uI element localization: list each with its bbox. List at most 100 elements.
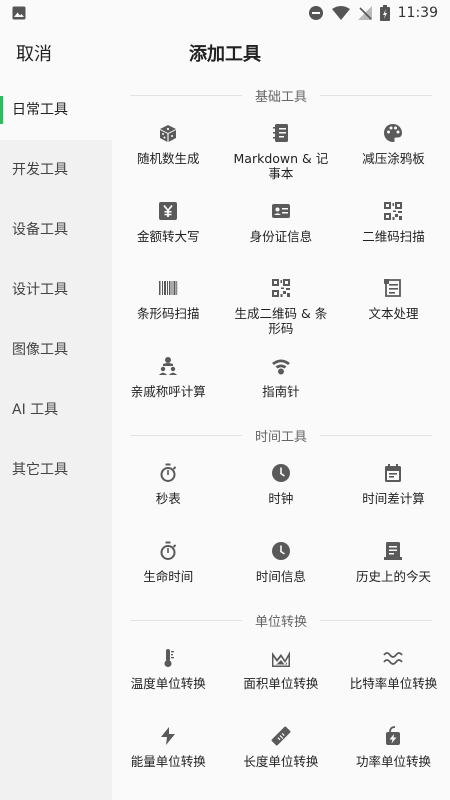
tool-label: 亲戚称呼计算 [130, 383, 206, 399]
qr-code-icon [270, 277, 292, 299]
tool-label: 时间差计算 [362, 491, 425, 506]
sidebar-item-dev-tools[interactable]: 开发工具 [0, 140, 112, 200]
sidebar-item-design-tools[interactable]: 设计工具 [0, 260, 112, 320]
tool-label: 时间信息 [255, 568, 306, 584]
clock-icon [270, 462, 292, 484]
tool-label: Markdown & 记事本 [233, 151, 329, 181]
tool-grid: 随机数生成 Markdown & 记事本 减压涂鸦板金额转大写 身份证信息 二维码扫描条… [112, 110, 450, 420]
yen-icon [157, 200, 179, 222]
text-icon [382, 277, 404, 299]
tool-grid: 秒表 时钟 时间差计算生命时间 时间信息 历史上的今天 [112, 450, 450, 605]
tool-grid: 温度单位转换 面积单位转换 比特率单位转换能量单位转换 长度单位转换 功率单位转换 [112, 635, 450, 790]
dice-icon [157, 122, 179, 144]
tool-item[interactable]: 生成二维码 & 条形码 [225, 265, 338, 343]
tool-list: 基础工具随机数生成 Markdown & 记事本 减压涂鸦板金额转大写 身份证信息 二维… [112, 80, 450, 800]
history-icon [382, 540, 404, 562]
sidebar-item-other-tools[interactable]: 其它工具 [0, 440, 112, 500]
tool-label: 随机数生成 [137, 151, 200, 166]
tool-item[interactable]: 金额转大写 [112, 188, 225, 266]
ruler-icon [270, 725, 292, 747]
divider-line [130, 95, 242, 96]
tool-label: 指南针 [262, 383, 300, 399]
qr-code-icon [382, 200, 404, 222]
do-not-disturb-icon [308, 5, 324, 21]
sidebar-item-daily-tools[interactable]: 日常工具 [0, 80, 112, 140]
tool-item[interactable]: 时钟 [225, 450, 338, 528]
divider-line [320, 435, 432, 436]
tool-item[interactable]: 能量单位转换 [112, 713, 225, 791]
tool-item[interactable]: 秒表 [112, 450, 225, 528]
section-title: 单位转换 [246, 610, 315, 630]
area-chart-icon [270, 647, 292, 669]
clock-icon [270, 540, 292, 562]
status-bar: 11:39 [0, 0, 450, 26]
tool-label: 能量单位转换 [130, 753, 206, 769]
sidebar-item-label: 其它工具 [12, 462, 68, 478]
tool-label: 比特率单位转换 [349, 676, 438, 691]
tool-label: 功率单位转换 [355, 753, 431, 769]
tool-label: 二维码扫描 [362, 228, 425, 244]
sidebar-item-label: 日常工具 [12, 102, 68, 118]
app-header: 取消 添加工具 [0, 26, 450, 80]
sidebar-item-label: 设备工具 [12, 222, 68, 238]
sidebar-item-label: AI 工具 [12, 402, 59, 418]
power-icon [382, 725, 404, 747]
sidebar-item-image-tools[interactable]: 图像工具 [0, 320, 112, 380]
calendar-icon [382, 462, 404, 484]
tool-item[interactable]: 文本处理 [337, 265, 450, 343]
divider-line [320, 95, 432, 96]
section-title: 时间工具 [246, 425, 315, 445]
palette-icon [382, 122, 404, 144]
tool-label: 文本处理 [368, 306, 419, 321]
tool-item[interactable]: 生命时间 [112, 528, 225, 606]
tool-item[interactable]: 时间信息 [225, 528, 338, 606]
divider-line [130, 620, 242, 621]
stopwatch-icon [157, 540, 179, 562]
tool-item[interactable]: 长度单位转换 [225, 713, 338, 791]
sidebar-item-device-tools[interactable]: 设备工具 [0, 200, 112, 260]
tool-label: 温度单位转换 [130, 676, 206, 691]
tool-item[interactable]: 时间差计算 [337, 450, 450, 528]
tool-item[interactable]: 随机数生成 [112, 110, 225, 188]
section-title: 基础工具 [246, 85, 315, 105]
tool-item[interactable]: 历史上的今天 [337, 528, 450, 606]
divider-line [130, 435, 242, 436]
tool-label: 秒表 [155, 491, 181, 506]
id-card-icon [270, 200, 292, 222]
tool-label: 条形码扫描 [137, 306, 200, 321]
tool-item[interactable]: 亲戚称呼计算 [112, 343, 225, 421]
page-title: 添加工具 [189, 44, 261, 65]
tool-item[interactable]: 二维码扫描 [337, 188, 450, 266]
compass-icon [270, 355, 292, 377]
divider-line [320, 620, 432, 621]
tool-label: 时钟 [268, 491, 294, 506]
tool-label: 金额转大写 [137, 228, 200, 244]
tool-item[interactable]: 减压涂鸦板 [337, 110, 450, 188]
tool-label: 面积单位转换 [243, 676, 319, 691]
tool-item[interactable]: 温度单位转换 [112, 635, 225, 713]
tool-item[interactable]: 面积单位转换 [225, 635, 338, 713]
tool-item[interactable]: 指南针 [225, 343, 338, 421]
tool-label: 历史上的今天 [355, 568, 431, 584]
notebook-icon [270, 122, 292, 144]
tool-item[interactable]: Markdown & 记事本 [225, 110, 338, 188]
thermometer-icon [157, 647, 179, 669]
tool-item[interactable]: 比特率单位转换 [337, 635, 450, 713]
bolt-icon [157, 725, 179, 747]
tool-label: 生命时间 [143, 568, 194, 584]
section-header: 基础工具 [112, 80, 450, 110]
active-indicator [0, 96, 3, 124]
sidebar-item-label: 设计工具 [12, 282, 68, 298]
tool-item[interactable]: 条形码扫描 [112, 265, 225, 343]
battery-icon [379, 5, 390, 21]
tool-label: 生成二维码 & 条形码 [234, 306, 328, 336]
tool-label: 减压涂鸦板 [362, 151, 425, 166]
stopwatch-icon [157, 462, 179, 484]
tool-item[interactable]: 功率单位转换 [337, 713, 450, 791]
sidebar-item-ai-tools[interactable]: AI 工具 [0, 380, 112, 440]
category-sidebar: 日常工具 开发工具 设备工具 设计工具 图像工具 AI 工具 其它工具 [0, 80, 112, 800]
section-header: 单位转换 [112, 605, 450, 635]
tool-item[interactable]: 身份证信息 [225, 188, 338, 266]
tool-label: 长度单位转换 [243, 753, 319, 769]
clock-time: 11:39 [397, 5, 438, 21]
